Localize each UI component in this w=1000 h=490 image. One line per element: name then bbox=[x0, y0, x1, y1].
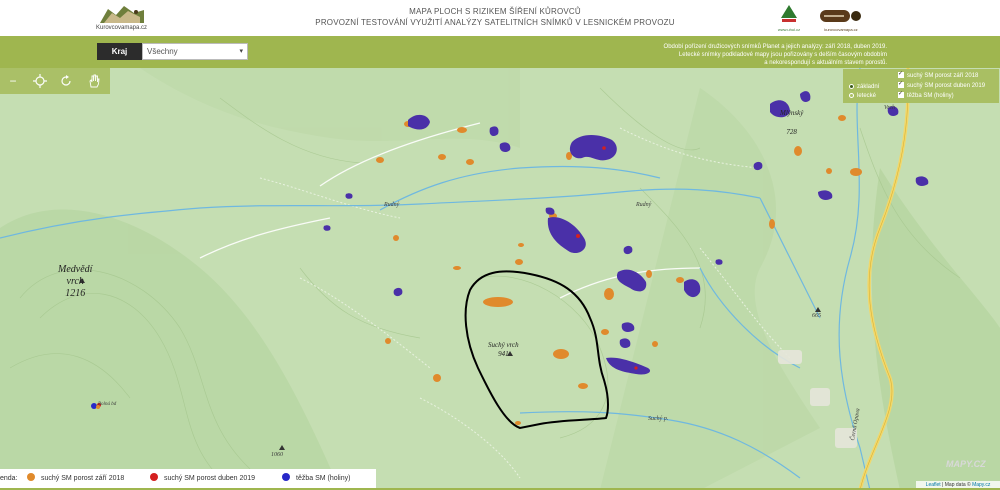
legend-dot-clearcut bbox=[282, 473, 290, 482]
base-basic-label: základní bbox=[857, 84, 880, 90]
refresh-button[interactable] bbox=[57, 72, 75, 90]
kurovcova-logo-right[interactable]: kurovcovamapa.cz bbox=[818, 6, 864, 32]
kurovcova-caption: kurovcovamapa.cz bbox=[824, 27, 858, 32]
medvedi-line1: Medvědí bbox=[58, 264, 93, 275]
legend-item-dry-2019: suchý SM porost duben 2019 bbox=[150, 469, 255, 488]
base-aerial-label: letecké bbox=[857, 93, 877, 99]
stream-label-rudny-1: Rudný bbox=[384, 202, 400, 208]
suchy-line2: 941 bbox=[498, 350, 509, 358]
uhul-caption: www.uhul.cz bbox=[777, 27, 801, 32]
base-option-aerial[interactable]: letecké bbox=[849, 92, 876, 100]
zoom-out-button[interactable]: − bbox=[4, 72, 22, 90]
info-line-3: a nekorespondují s aktuálním stavem poro… bbox=[764, 60, 887, 66]
map-svg bbox=[0, 68, 1000, 490]
header-bar: Kurovcovamapa.cz MAPA PLOCH S RIZIKEM ŠÍ… bbox=[0, 0, 1000, 36]
checkbox-dry-2018[interactable] bbox=[898, 70, 904, 79]
tree-icon bbox=[781, 5, 797, 22]
radio-basic[interactable] bbox=[849, 83, 854, 89]
medvedi-line3: 1216 bbox=[65, 288, 86, 299]
label-medvedi-vrch: Medvědí vrch 1216 bbox=[58, 264, 92, 300]
overlay-dry-2019[interactable]: suchý SM porost duben 2019 bbox=[898, 80, 986, 90]
acquisition-info: Období pořízení družicových snímků Plane… bbox=[557, 43, 887, 67]
map-canvas[interactable]: Medvědí vrch 1216 Suchý vrch 941 Mlýnský… bbox=[0, 68, 1000, 490]
overlay-dry-2018[interactable]: suchý SM porost září 2018 bbox=[898, 70, 979, 80]
stream-label-rudny-2: Rudný bbox=[636, 202, 652, 208]
beetle-logo-icon bbox=[820, 10, 861, 22]
kraj-select[interactable]: Všechny ▾ bbox=[142, 43, 248, 60]
title-line-1: MAPA PLOCH S RIZIKEM ŠÍŘENÍ KŮROVCŮ bbox=[409, 7, 581, 16]
layer-switcher: základní letecké suchý SM porost září 20… bbox=[843, 69, 999, 103]
map-tools: − bbox=[0, 68, 110, 94]
title-line-2: PROVOZNÍ TESTOVÁNÍ VYUŽITÍ ANALÝZY SATEL… bbox=[315, 18, 675, 27]
radio-aerial[interactable] bbox=[849, 92, 854, 98]
checkbox-clearcut[interactable] bbox=[898, 90, 904, 99]
crosshair-icon bbox=[33, 74, 47, 88]
suchy-line1: Suchý vrch bbox=[488, 341, 519, 349]
kurovcova-mapa-logo[interactable]: Kurovcovamapa.cz bbox=[96, 3, 148, 31]
info-line-1: Období pořízení družicových snímků Plane… bbox=[663, 44, 887, 50]
mlynsky-line2: 728 bbox=[786, 128, 797, 136]
checkbox-dry-2019[interactable] bbox=[898, 80, 904, 89]
pan-button[interactable] bbox=[85, 72, 103, 90]
refresh-icon bbox=[61, 75, 71, 86]
chevron-down-icon: ▾ bbox=[239, 48, 243, 55]
legend-prefix: enda: bbox=[0, 475, 18, 482]
elevation-1060: 1060 bbox=[271, 452, 283, 458]
uhul-logo[interactable]: www.uhul.cz bbox=[773, 4, 805, 32]
stream-label-suchy: Suchý p. bbox=[648, 416, 669, 422]
kraj-label: Kraj bbox=[97, 43, 142, 60]
legend-label-dry-2018: suchý SM porost září 2018 bbox=[41, 475, 125, 482]
locate-button[interactable] bbox=[31, 72, 49, 90]
overlay-dry-2019-label: suchý SM porost duben 2019 bbox=[907, 83, 986, 89]
legend-item-clearcut: těžba SM (holiny) bbox=[282, 469, 350, 488]
overlay-dry-2018-label: suchý SM porost září 2018 bbox=[907, 73, 979, 79]
legend-item-dry-2018: suchý SM porost září 2018 bbox=[27, 469, 124, 488]
elevation-665: 665 bbox=[812, 313, 821, 319]
label-mlynsky: Mlýnský 728 bbox=[780, 109, 803, 137]
medvedi-line2: vrch bbox=[66, 276, 84, 287]
page-title: MAPA PLOCH S RIZIKEM ŠÍŘENÍ KŮROVCŮ PROV… bbox=[260, 6, 730, 28]
hand-icon bbox=[89, 74, 100, 88]
legend: enda: suchý SM porost září 2018 suchý SM… bbox=[0, 469, 376, 488]
hut-label: Bolná bd bbox=[98, 402, 117, 407]
overlay-clearcut[interactable]: těžba SM (holiny) bbox=[898, 90, 954, 100]
mapy-cz-logo[interactable]: MAPY.CZ bbox=[946, 459, 986, 469]
overlay-clearcut-label: těžba SM (holiny) bbox=[907, 93, 954, 99]
mlynsky-line1: Mlýnský bbox=[780, 109, 804, 117]
label-suchy-vrch: Suchý vrch 941 bbox=[488, 341, 519, 359]
legend-dot-dry-2019 bbox=[150, 473, 158, 482]
kraj-select-value: Všechny bbox=[147, 47, 178, 56]
logo-caption: Kurovcovamapa.cz bbox=[96, 25, 148, 31]
legend-label-dry-2019: suchý SM porost duben 2019 bbox=[164, 475, 256, 482]
legend-label-clearcut: těžba SM (holiny) bbox=[296, 475, 351, 482]
vrch-label: Vrch bbox=[884, 105, 895, 111]
dry-2018-patches bbox=[376, 115, 862, 425]
beetle-map-icon bbox=[100, 6, 144, 23]
info-line-2: Letecké snímky podkladové mapy jsou poři… bbox=[678, 52, 887, 58]
base-option-basic[interactable]: základní bbox=[849, 83, 879, 91]
legend-dot-dry-2018 bbox=[27, 473, 35, 482]
